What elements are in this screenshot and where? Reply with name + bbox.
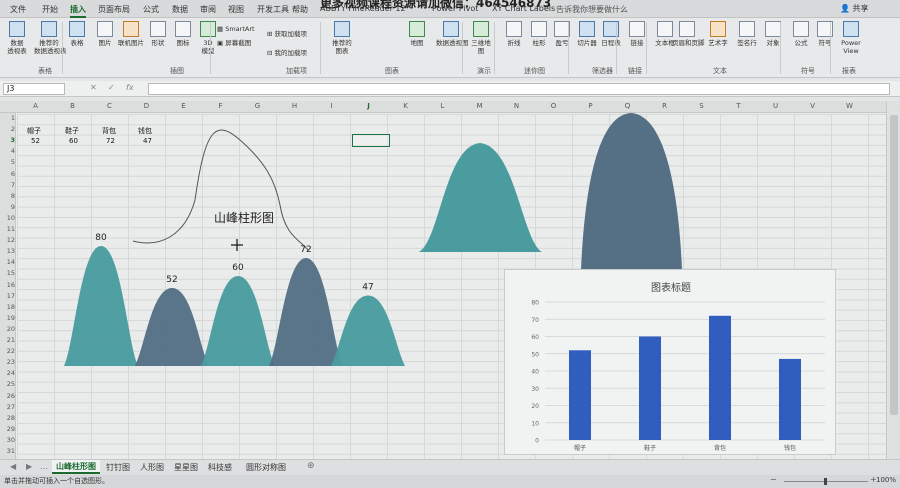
y-tick-label: 0 (535, 438, 539, 445)
sheet-tab[interactable]: 星星图 (174, 462, 198, 473)
y-tick-label: 40 (531, 369, 539, 376)
bar[interactable] (639, 336, 661, 441)
column-chart[interactable]: 图表标题 0 10 20 30 40 50 60 70 80 帽子 鞋子 背包 钱包 (504, 269, 836, 455)
data-label: 47 (362, 283, 373, 293)
x-category-label: 背包 (714, 444, 726, 452)
sheet-tab[interactable]: 山峰柱形图 (52, 460, 100, 474)
bar[interactable] (779, 358, 801, 440)
chart-title: 山峰柱形图 (214, 210, 274, 225)
y-tick-label: 30 (531, 386, 539, 393)
sheet-tab[interactable]: 人形图 (140, 462, 164, 473)
next-sheet-icon[interactable]: ▶ (26, 462, 32, 471)
mountain-peak[interactable] (135, 288, 209, 366)
x-axis-categories: 帽子 鞋子 背包 钱包 (574, 444, 796, 452)
y-tick-label: 60 (531, 334, 539, 341)
mountain-peak[interactable] (331, 295, 405, 367)
data-label: 52 (166, 275, 177, 285)
x-category-label: 帽子 (574, 444, 586, 452)
y-tick-label: 20 (531, 403, 539, 410)
bars (569, 315, 801, 441)
freeform-curve-shape[interactable] (132, 129, 309, 251)
crosshair-cursor-icon (231, 239, 243, 251)
sheet-tab[interactable]: 圆形对称图 (246, 462, 286, 473)
bar[interactable] (709, 315, 731, 440)
bar-plot-area: 0 10 20 30 40 50 60 70 80 帽子 鞋子 背包 钱包 (531, 300, 825, 452)
y-tick-label: 50 (531, 351, 539, 358)
y-tick-label: 10 (531, 420, 539, 427)
sheet-tab[interactable]: 钉钉图 (106, 462, 130, 473)
data-label: 60 (232, 263, 244, 273)
sheet-tab[interactable]: 科技感 (208, 462, 232, 473)
y-tick-label: 80 (531, 300, 539, 307)
data-label: 80 (95, 233, 107, 243)
status-message: 单击并拖动可插入一个自选图形。 (4, 477, 109, 485)
add-sheet-icon[interactable]: ⊕ (307, 461, 315, 471)
zoom-level: 100% (876, 476, 897, 484)
sheet-tab-bar: ◀ ▶ … 山峰柱形图 钉钉图 人形图 星星图 科技感 圆形对称图 ⊕ (0, 459, 900, 475)
bar[interactable] (569, 350, 591, 440)
mountain-peak[interactable] (64, 246, 138, 366)
data-label: 72 (300, 245, 311, 255)
mountain-peak[interactable] (201, 276, 275, 366)
status-bar: 单击并拖动可插入一个自选图形。 − + 100% (0, 475, 900, 488)
y-tick-label: 70 (531, 317, 539, 324)
excel-window: 文件 开始 插入 页面布局 公式 数据 审阅 视图 开发工具 帮助 ABBYY FineReader… (0, 0, 900, 488)
more-sheets-icon[interactable]: … (40, 462, 48, 471)
standalone-peak-shape[interactable] (581, 113, 682, 270)
zoom-slider-thumb[interactable] (824, 478, 827, 485)
mountain-peak[interactable] (269, 258, 343, 366)
standalone-peak-shape[interactable] (419, 143, 542, 252)
y-axis-ticks: 0 10 20 30 40 50 60 70 80 (531, 300, 539, 445)
prev-sheet-icon[interactable]: ◀ (10, 462, 16, 471)
x-category-label: 鞋子 (644, 444, 656, 452)
zoom-out-icon[interactable]: − (770, 475, 777, 484)
x-category-label: 钱包 (784, 444, 796, 452)
